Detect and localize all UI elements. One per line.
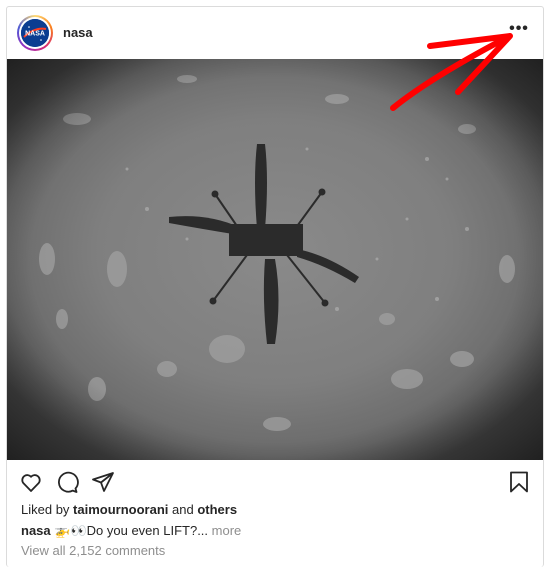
bookmark-icon[interactable] xyxy=(507,470,533,496)
liked-by-text: Liked by taimournoorani and others xyxy=(21,502,237,517)
caption-username[interactable]: nasa xyxy=(21,523,51,538)
avatar[interactable]: NASA xyxy=(17,15,53,51)
view-comments-link[interactable]: View all 2,152 comments xyxy=(21,543,165,558)
more-options-icon[interactable]: ••• xyxy=(507,21,531,45)
post-caption: nasa 🚁👀Do you even LIFT?... more xyxy=(21,523,241,539)
paper-plane-icon[interactable] xyxy=(91,470,117,496)
comment-icon[interactable] xyxy=(55,470,81,496)
svg-text:NASA: NASA xyxy=(25,31,45,38)
liked-by-and: and xyxy=(172,502,194,517)
caption-more-link[interactable]: more xyxy=(212,523,242,538)
post-username[interactable]: nasa xyxy=(63,25,93,40)
nasa-logo: NASA xyxy=(21,19,49,47)
caption-emoji: 🚁👀 xyxy=(54,523,87,538)
post-header: NASA nasa ••• xyxy=(7,7,543,59)
liked-by-others-link[interactable]: others xyxy=(197,502,237,517)
post-image[interactable] xyxy=(7,59,543,460)
liked-by-user-link[interactable]: taimournoorani xyxy=(73,502,168,517)
heart-icon[interactable] xyxy=(19,470,45,496)
post-card: NASA nasa ••• Liked by taimournoorani an… xyxy=(6,6,544,567)
liked-by-prefix: Liked by xyxy=(21,502,70,517)
caption-text: Do you even LIFT?... xyxy=(86,523,209,538)
post-actions xyxy=(7,460,543,502)
